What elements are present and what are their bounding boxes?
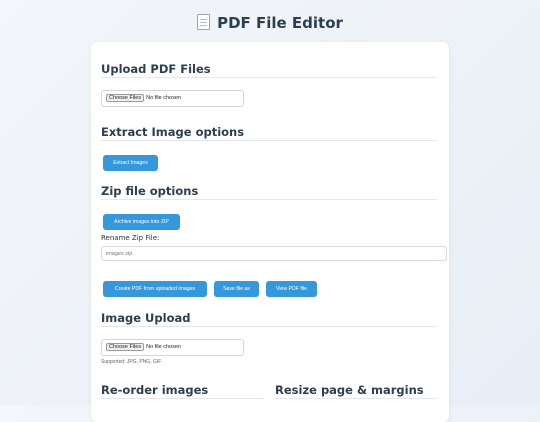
extract-heading: Extract Image options — [101, 125, 245, 139]
rename-zip-input[interactable]: images.zip — [101, 246, 447, 261]
divider — [275, 398, 437, 399]
upload-pdf-heading: Upload PDF Files — [101, 62, 211, 76]
editor-card: Upload PDF Files Choose Files No file cho… — [91, 42, 449, 422]
choose-files-button[interactable]: Choose Files — [106, 94, 145, 102]
document-icon — [197, 14, 211, 30]
save-file-as-button[interactable]: Save file as — [214, 281, 259, 297]
create-pdf-button[interactable]: Create PDF from uploaded images — [103, 281, 207, 297]
divider — [101, 326, 437, 327]
reorder-heading: Re-order images — [101, 383, 209, 397]
divider — [101, 140, 437, 141]
pdf-file-input[interactable]: Choose Files No file chosen — [101, 90, 244, 107]
page-title-text: PDF File Editor — [217, 14, 343, 32]
divider — [101, 398, 264, 399]
file-status: No file chosen — [146, 95, 181, 101]
divider — [101, 77, 437, 78]
rename-zip-label: Rename Zip File: — [101, 234, 160, 242]
image-file-input[interactable]: Choose Files No file chosen — [101, 339, 244, 356]
image-upload-heading: Image Upload — [101, 311, 191, 325]
divider — [101, 199, 437, 200]
page-title: PDF File Editor — [0, 14, 540, 32]
resize-heading: Resize page & margins — [275, 383, 424, 397]
supported-formats-hint: Supported: JPG, PNG, GIF — [101, 359, 162, 365]
image-file-status: No file chosen — [146, 344, 181, 350]
choose-images-button[interactable]: Choose Files — [106, 343, 145, 351]
zip-heading: Zip file options — [101, 184, 199, 198]
view-pdf-button[interactable]: View PDF file — [266, 281, 317, 297]
extract-images-button[interactable]: Extract Images — [103, 155, 158, 171]
archive-zip-button[interactable]: Archive images into ZIP — [103, 214, 180, 230]
